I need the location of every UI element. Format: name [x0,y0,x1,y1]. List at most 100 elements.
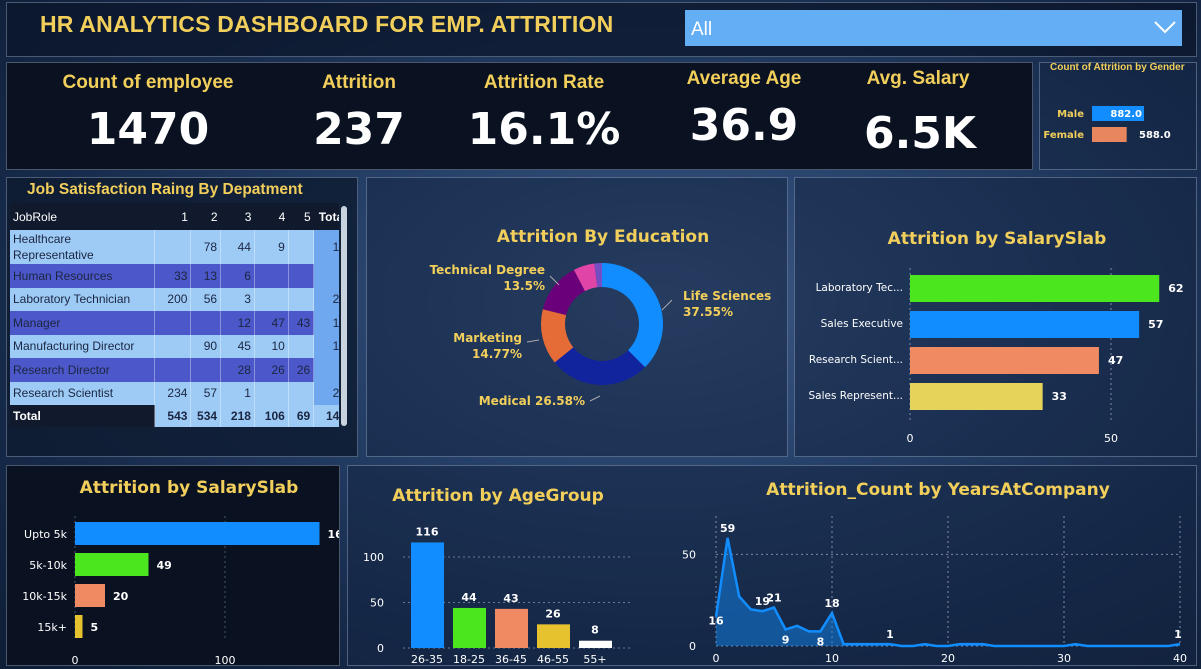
agegroup-chart-title: Attrition by AgeGroup [392,486,604,506]
years-data-label: 16 [708,615,724,628]
table-cell: 29 [313,381,339,405]
table-row[interactable]: Research Scientist234571 29 [10,381,339,405]
salaryslab-bar [75,615,83,638]
kpi-value-average-age: 36.9 [689,100,799,151]
job-table-title: Job Satisfaction Raing By Depatment [27,181,303,198]
kpi-value-attrition-rate: 16.1% [467,104,621,155]
agegroup-category-label: 26-35 [411,653,443,665]
table-cell: 6 [220,264,255,288]
table-cell [288,334,315,358]
table-header-cell[interactable]: 3 [221,203,255,230]
role-category-label: Laboratory Tec... [816,282,903,294]
table-cell [254,264,289,288]
table-cell: 13 [190,264,222,288]
gender-bar [1092,127,1127,142]
dashboard-title: HR ANALYTICS DASHBOARD FOR EMP. ATTRITIO… [40,11,614,37]
salaryslab-bar [75,584,105,607]
table-total-cell: Total [10,405,156,427]
table-total-cell: 534 [190,405,222,427]
salaryslab-category-label: 10k-15k [22,590,67,603]
gender-category-label: Female [1043,130,1084,141]
table-header-cell[interactable]: 1 [155,203,191,230]
salaryslab-panel: Attrition by SalarySlab 0 100 Upto 5k 163 5k-… [6,465,350,667]
salaryslab-category-label: 5k-10k [29,559,67,572]
table-cell: Manager [10,311,156,335]
years-data-label: 1 [886,628,894,641]
years-data-label: 9 [782,634,790,647]
role-x-tick: 0 [907,432,914,445]
table-cell: 14 [313,334,339,358]
agegroup-bar [495,608,528,648]
agegroup-bar [579,640,612,648]
table-header-cell[interactable]: 4 [254,203,288,230]
role-category-label: Research Scient... [809,354,903,366]
table-cell [288,287,315,311]
agegroup-chart: Attrition by AgeGroup 0 50 100 116 26-35 44 18-… [363,486,633,665]
table-cell [288,230,315,264]
role-value-label: 57 [1148,318,1163,331]
agegroup-category-label: 36-45 [495,653,527,665]
table-header-cell[interactable]: 2 [191,203,221,230]
kpi-label-average-age: Average Age [686,68,802,89]
agegroup-value-label: 116 [416,525,439,538]
salaryslab-bar [75,553,149,576]
role-value-label: 33 [1052,390,1067,403]
agegroup-bar [537,624,570,648]
education-leader-line [661,299,673,311]
filter-dropdown[interactable]: All [685,10,1182,46]
agegroup-value-label: 44 [461,591,477,604]
table-cell [254,287,289,311]
kpi-value-avg-salary: 6.5K [863,108,977,159]
education-data-label: Technical Degree [430,263,545,277]
chevron-down-icon[interactable] [1153,19,1177,35]
salaryslab-x-tick: 100 [215,654,236,665]
table-cell: 8 [313,358,339,382]
table-cell: 78 [190,230,222,264]
salaryslab-bar [75,522,320,545]
table-cell: Laboratory Technician [10,287,156,311]
table-cell: 9 [254,230,289,264]
agegroup-y-tick: 0 [377,642,384,655]
table-total-cell: 218 [220,405,255,427]
table-row[interactable]: Research Director2826268 [10,358,339,382]
salaryslab-value-label: 49 [157,559,172,572]
education-leader-line [589,395,601,402]
agegroup-bar [411,542,444,648]
table-cell: 3 [220,287,255,311]
table-cell [154,358,192,382]
table-cell: 57 [190,381,222,405]
table-header-cell[interactable]: Total [314,203,339,230]
table-cell: Research Director [10,358,156,382]
table-total-cell: 543 [154,405,192,427]
table-header-cell[interactable]: 5 [288,203,313,230]
table-cell: 10 [254,334,289,358]
table-row[interactable]: Laboratory Technician200563 25 [10,287,339,311]
years-data-label: 18 [824,597,839,610]
table-cell: 44 [220,230,255,264]
table-cell [288,264,315,288]
agegroup-y-tick: 50 [370,597,384,610]
gender-chart-panel: Count of Attrition by Gender Male 882.0 Fe… [1039,62,1197,170]
table-cell [154,230,192,264]
table-row[interactable]: Manager 12474310 [10,311,339,335]
salaryslab-category-label: Upto 5k [24,528,68,541]
table-header-row: JobRole12345Total [10,203,339,230]
table-cell: Human Resources [10,264,156,288]
years-x-tick: 30 [1057,652,1071,665]
table-cell: 200 [154,287,192,311]
filter-value: All [691,19,713,40]
table-row[interactable]: Manufacturing Director 904510 14 [10,334,339,358]
table-scrollbar[interactable] [341,206,347,426]
gender-value-label: 882.0 [1110,109,1142,120]
table-row[interactable]: Healthcare Representative 78449 13 [10,230,339,264]
table-header-cell[interactable]: JobRole [10,203,155,230]
table-row[interactable]: Human Resources33136 5 [10,264,339,288]
table-cell: 12 [220,311,255,335]
table-cell: 13 [313,230,339,264]
table-total-cell: 147 [313,405,339,427]
table-total-row: Total54353421810669147 [10,405,339,427]
education-chart-title: Attrition By Education [497,227,709,247]
education-chart-panel: Attrition By Education Life Sciences 37.55… [366,177,788,457]
education-data-label: Medical 26.58% [479,394,585,408]
table-cell: Research Scientist [10,381,156,405]
